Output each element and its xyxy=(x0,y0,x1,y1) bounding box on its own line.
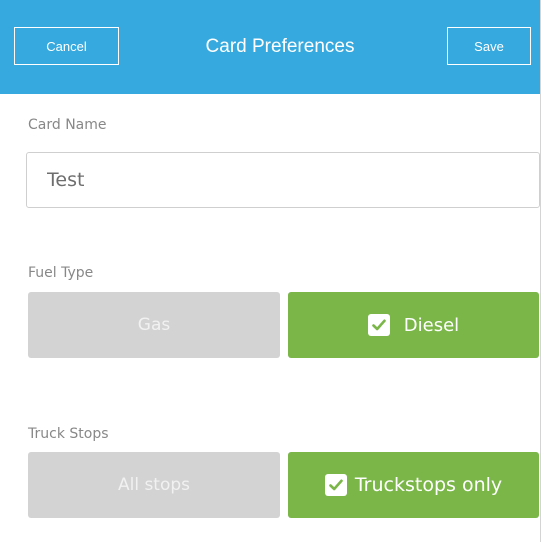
truck-option-all-stops[interactable]: All stops xyxy=(28,452,280,518)
check-icon xyxy=(324,474,347,496)
truck-stops-label: Truck Stops xyxy=(28,426,109,442)
header-bar: Cancel Card Preferences Save xyxy=(0,0,540,94)
fuel-type-label: Fuel Type xyxy=(28,265,94,281)
cancel-button[interactable]: Cancel xyxy=(14,27,119,65)
page-title: Card Preferences xyxy=(205,36,355,57)
check-icon xyxy=(367,314,390,336)
save-button[interactable]: Save xyxy=(447,27,531,65)
fuel-option-gas[interactable]: Gas xyxy=(28,292,280,358)
truck-option-truckstops-only-label: Truckstops only xyxy=(354,474,503,496)
truck-option-truckstops-only[interactable]: Truckstops only xyxy=(288,452,539,518)
card-name-label: Card Name xyxy=(28,117,107,133)
truck-option-all-stops-label: All stops xyxy=(117,475,191,495)
panel-edge-divider xyxy=(540,0,541,542)
fuel-option-diesel-label: Diesel xyxy=(403,314,460,336)
fuel-option-diesel[interactable]: Diesel xyxy=(288,292,539,358)
card-name-input[interactable] xyxy=(26,152,540,208)
card-preferences-screen: Cancel Card Preferences Save Card Name F… xyxy=(0,0,547,542)
fuel-option-gas-label: Gas xyxy=(137,315,171,335)
